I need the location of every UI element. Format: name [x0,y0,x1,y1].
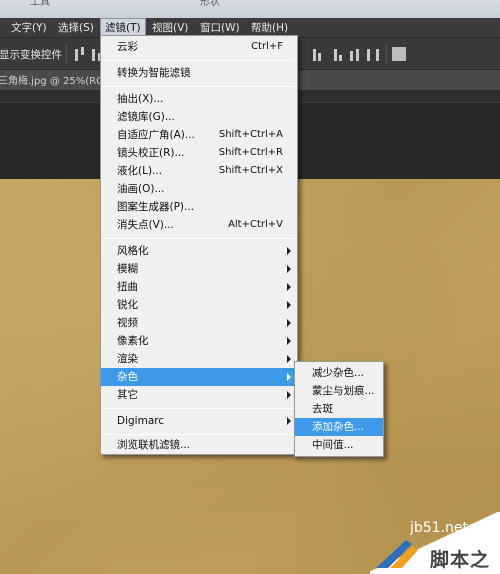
menu-item-label: 滤镜库(G)... [117,111,175,123]
menu-item-digimarc[interactable]: Digimarc [101,412,297,430]
menu-item-label: 消失点(V)... [117,219,174,231]
submenu-arrow-icon [287,247,291,255]
menu-item-browse-online-filters[interactable]: 浏览联机滤镜... [101,436,297,454]
menu-item-convert-smart-filter[interactable]: 转换为智能滤镜 [101,64,297,82]
menu-item-label: 像素化 [117,335,149,347]
panel-header-strip: 工具 形状 [0,0,500,18]
submenu-arrow-icon [287,337,291,345]
menu-type[interactable]: 文字(Y) [7,18,51,38]
submenu-arrow-icon [287,301,291,309]
show-transform-controls-label[interactable]: 显示变换控件 [0,47,62,62]
menu-item-label: 抽出(X)... [117,93,164,105]
menu-item-label: 云彩 [117,41,138,53]
menu-select[interactable]: 选择(S) [54,18,98,38]
menu-item-distort[interactable]: 扭曲 [101,278,297,296]
panel-tools-label: 工具 [30,0,50,8]
align-top-icon[interactable] [73,47,87,61]
submenu-arrow-icon [287,417,291,425]
menu-item-shortcut: Shift+Ctrl+X [218,165,283,176]
menu-item-noise[interactable]: 杂色 [101,368,297,386]
submenu-item-add-noise[interactable]: 添加杂色... [295,418,383,436]
menu-item-extract[interactable]: 抽出(X)... [101,90,297,108]
options-separator [66,44,67,64]
submenu-arrow-icon [287,265,291,273]
menu-item-pattern-maker[interactable]: 图案生成器(P)... [101,198,297,216]
menu-item-label: 图案生成器(P)... [117,201,195,213]
submenu-arrow-icon [287,283,291,291]
menu-item-label: 液化(L)... [117,165,163,177]
menu-item-other[interactable]: 其它 [101,386,297,404]
menu-item-label: 锐化 [117,299,138,311]
menu-item-video[interactable]: 视频 [101,314,297,332]
menu-item-shortcut: Alt+Ctrl+V [228,219,283,230]
distribute-right-icon[interactable] [348,47,362,61]
menu-divider [103,238,295,239]
menu-item-shortcut: Shift+Ctrl+R [218,147,283,158]
panel-shape-label: 形状 [200,0,220,8]
document-tab[interactable]: 三角梅.jpg @ 25%(RGB [0,72,111,87]
menu-item-label: 渲染 [117,353,138,365]
menu-item-shortcut: Ctrl+F [251,41,283,52]
menu-item-sharpen[interactable]: 锐化 [101,296,297,314]
menu-divider [103,60,295,61]
menu-item-label: 浏览联机滤镜... [117,439,191,451]
watermark-logo-icon [376,540,418,568]
menu-item-pixelate[interactable]: 像素化 [101,332,297,350]
menu-item-filter-gallery[interactable]: 滤镜库(G)... [101,108,297,126]
auto-align-icon[interactable] [392,47,406,61]
submenu-arrow-icon [287,373,291,381]
menu-item-label: 自适应广角(A)... [117,129,195,141]
menu-divider [103,86,295,87]
menu-item-label: 油画(O)... [117,183,165,195]
watermark-name: 脚本之家 [430,549,491,571]
menu-item-label: 模糊 [117,263,138,275]
submenu-arrow-icon [287,355,291,363]
menu-item-lens-correction[interactable]: 镜头校正(R)... Shift+Ctrl+R [101,144,297,162]
menu-item-label: 视频 [117,317,138,329]
menu-item-vanishing-point[interactable]: 消失点(V)... Alt+Ctrl+V [101,216,297,234]
submenu-item-dust-and-scratches[interactable]: 蒙尘与划痕... [295,382,383,400]
menu-item-label: 镜头校正(R)... [117,147,185,159]
distribute-center-icon[interactable] [330,47,344,61]
submenu-arrow-icon [287,391,291,399]
menu-item-label: 杂色 [117,371,138,383]
distribute-horizontal-icon[interactable] [366,47,380,61]
menu-item-label: Digimarc [117,415,165,427]
menu-item-shortcut: Shift+Ctrl+A [218,129,283,140]
menu-item-label: 风格化 [117,245,149,257]
menu-item-label: 其它 [117,389,138,401]
menu-item-label: 转换为智能滤镜 [117,67,191,79]
watermark-site: jb51.net [410,520,469,536]
submenu-item-reduce-noise[interactable]: 减少杂色... [295,364,383,382]
submenu-item-despeckle[interactable]: 去斑 [295,400,383,418]
menu-item-stylize[interactable]: 风格化 [101,242,297,260]
submenu-arrow-icon [287,319,291,327]
filter-menu: 云彩 Ctrl+F 转换为智能滤镜 抽出(X)... 滤镜库(G)... 自适应… [100,35,298,455]
menu-divider [103,408,295,409]
menu-item-blur[interactable]: 模糊 [101,260,297,278]
menu-item-adaptive-wide-angle[interactable]: 自适应广角(A)... Shift+Ctrl+A [101,126,297,144]
menu-item-render[interactable]: 渲染 [101,350,297,368]
distribute-left-icon[interactable] [312,47,326,61]
menu-item-oil-paint[interactable]: 油画(O)... [101,180,297,198]
menu-item-liquify[interactable]: 液化(L)... Shift+Ctrl+X [101,162,297,180]
menu-item-last-filter[interactable]: 云彩 Ctrl+F [101,38,297,56]
menu-item-label: 扭曲 [117,281,138,293]
menu-divider [103,434,295,435]
options-separator [386,44,387,64]
noise-submenu: 减少杂色... 蒙尘与划痕... 去斑 添加杂色... 中间值... [294,361,384,457]
submenu-item-median[interactable]: 中间值... [295,436,383,454]
